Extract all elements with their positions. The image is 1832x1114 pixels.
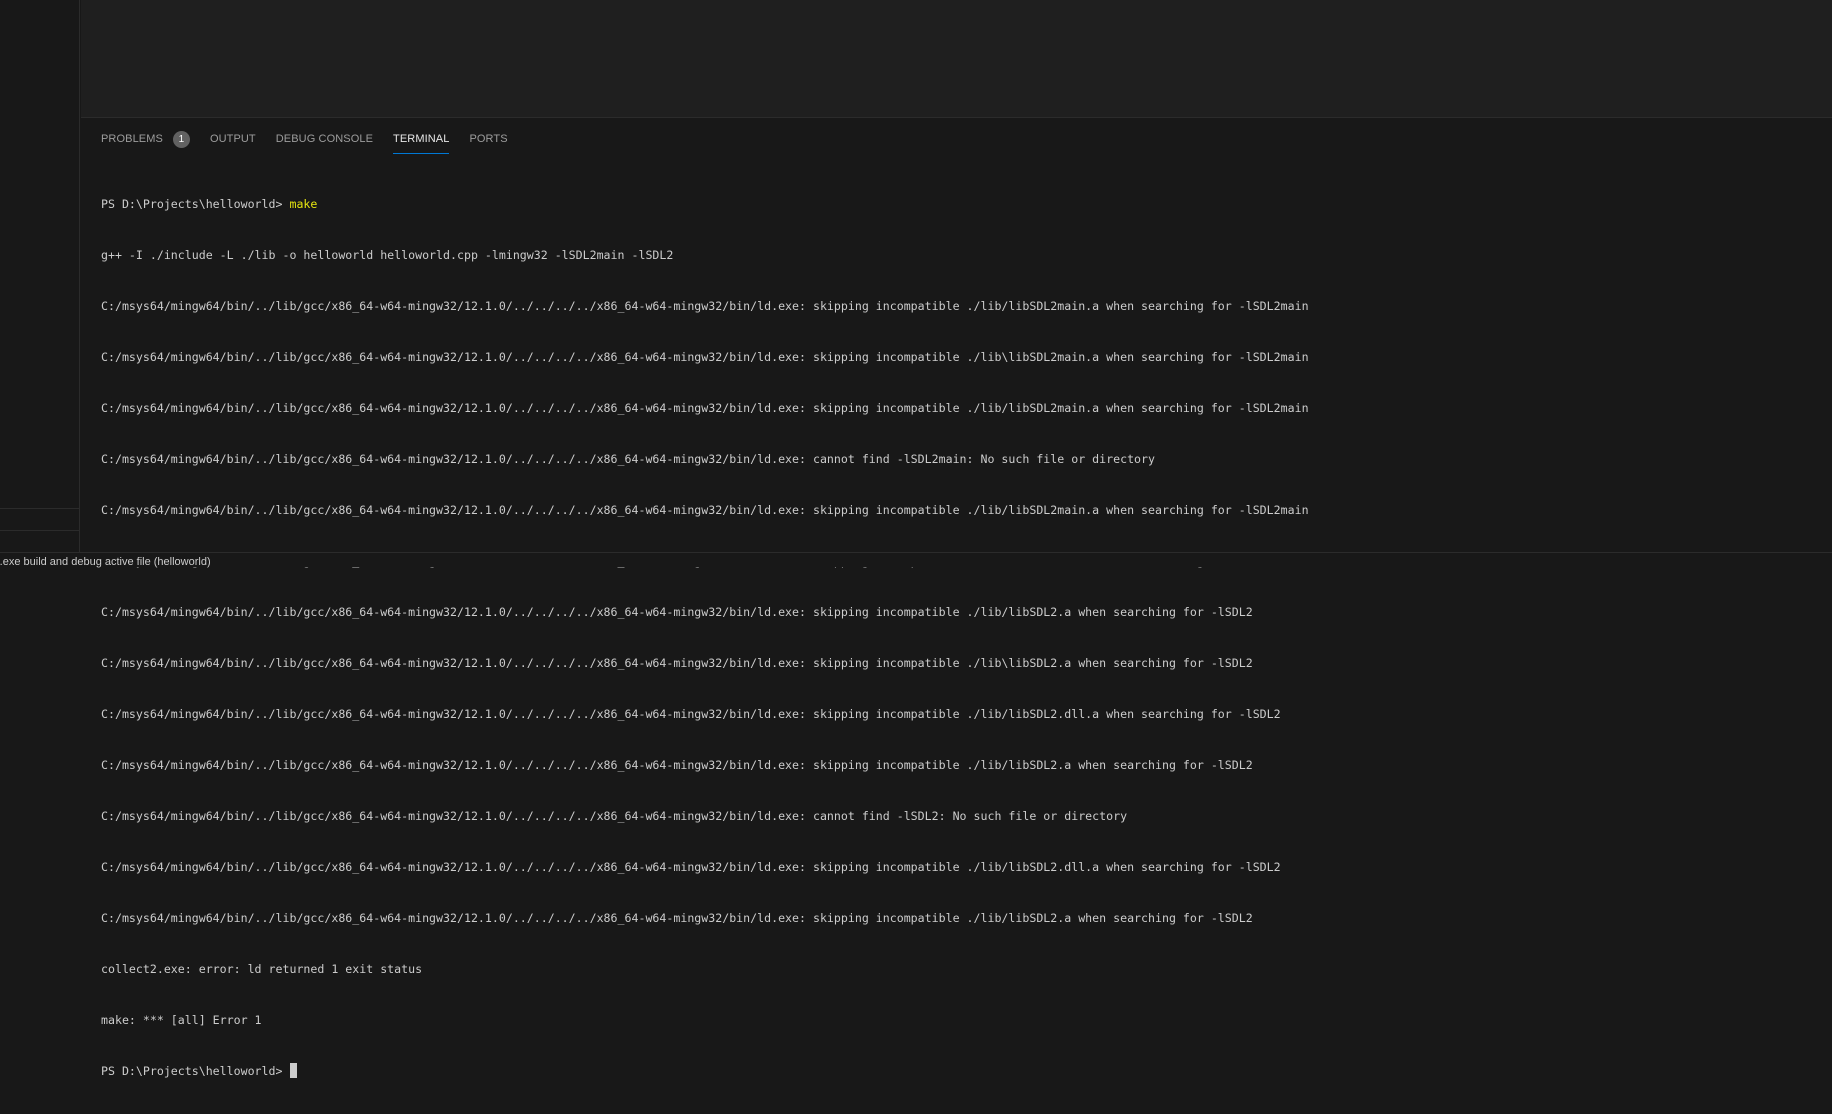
problems-count-badge: 1 — [172, 130, 190, 148]
editor-area[interactable] — [81, 0, 1832, 117]
tab-label: TERMINAL — [393, 133, 450, 145]
panel-tabs: PROBLEMS 1 OUTPUT DEBUG CONSOLE TERMINAL… — [81, 122, 1832, 156]
terminal-line: C:/msys64/mingw64/bin/../lib/gcc/x86_64-… — [101, 401, 1309, 415]
terminal-output[interactable]: PS D:\Projects\helloworld> make g++ -I .… — [81, 156, 1832, 1114]
terminal-line: PS D:\Projects\helloworld> — [101, 1063, 1832, 1080]
status-task-label[interactable]: -.exe build and debug active file (hello… — [0, 556, 211, 568]
terminal-prompt: PS D:\Projects\helloworld> — [101, 197, 283, 211]
terminal-line: C:/msys64/mingw64/bin/../lib/gcc/x86_64-… — [101, 605, 1253, 619]
bottom-panel: PROBLEMS 1 OUTPUT DEBUG CONSOLE TERMINAL… — [81, 117, 1832, 1078]
sidebar-divider — [0, 530, 80, 531]
tab-terminal[interactable]: TERMINAL — [393, 126, 450, 154]
terminal-line: C:/msys64/mingw64/bin/../lib/gcc/x86_64-… — [101, 707, 1281, 721]
tab-label: OUTPUT — [209, 133, 256, 145]
terminal-line: C:/msys64/mingw64/bin/../lib/gcc/x86_64-… — [101, 911, 1253, 925]
tab-label: PORTS — [469, 133, 508, 145]
terminal-line: collect2.exe: error: ld returned 1 exit … — [101, 962, 423, 976]
activity-sidebar — [0, 0, 80, 552]
terminal-command: make — [289, 197, 318, 211]
tab-ports[interactable]: PORTS — [469, 126, 507, 152]
terminal-line: PS D:\Projects\helloworld> make — [101, 196, 1832, 213]
terminal-line: C:/msys64/mingw64/bin/../lib/gcc/x86_64-… — [101, 350, 1309, 364]
sidebar-divider — [0, 508, 80, 509]
terminal-cursor — [290, 1063, 298, 1078]
terminal-line: make: *** [all] Error 1 — [101, 1013, 262, 1027]
terminal-prompt: PS D:\Projects\helloworld> — [101, 1064, 283, 1078]
tab-debug-console[interactable]: DEBUG CONSOLE — [276, 126, 373, 152]
tab-output[interactable]: OUTPUT — [210, 126, 256, 152]
terminal-line: C:/msys64/mingw64/bin/../lib/gcc/x86_64-… — [101, 299, 1309, 313]
terminal-line: C:/msys64/mingw64/bin/../lib/gcc/x86_64-… — [101, 860, 1281, 874]
status-bar: -.exe build and debug active file (hello… — [0, 552, 1832, 568]
tab-problems[interactable]: PROBLEMS 1 — [101, 126, 190, 152]
terminal-line: C:/msys64/mingw64/bin/../lib/gcc/x86_64-… — [101, 503, 1309, 517]
terminal-line: C:/msys64/mingw64/bin/../lib/gcc/x86_64-… — [101, 656, 1253, 670]
terminal-line: C:/msys64/mingw64/bin/../lib/gcc/x86_64-… — [101, 809, 1128, 823]
terminal-line: C:/msys64/mingw64/bin/../lib/gcc/x86_64-… — [101, 758, 1253, 772]
terminal-line: g++ -I ./include -L ./lib -o helloworld … — [101, 248, 674, 262]
tab-label: PROBLEMS — [101, 133, 163, 145]
tab-label: DEBUG CONSOLE — [275, 133, 374, 145]
terminal-line: C:/msys64/mingw64/bin/../lib/gcc/x86_64-… — [101, 452, 1155, 466]
